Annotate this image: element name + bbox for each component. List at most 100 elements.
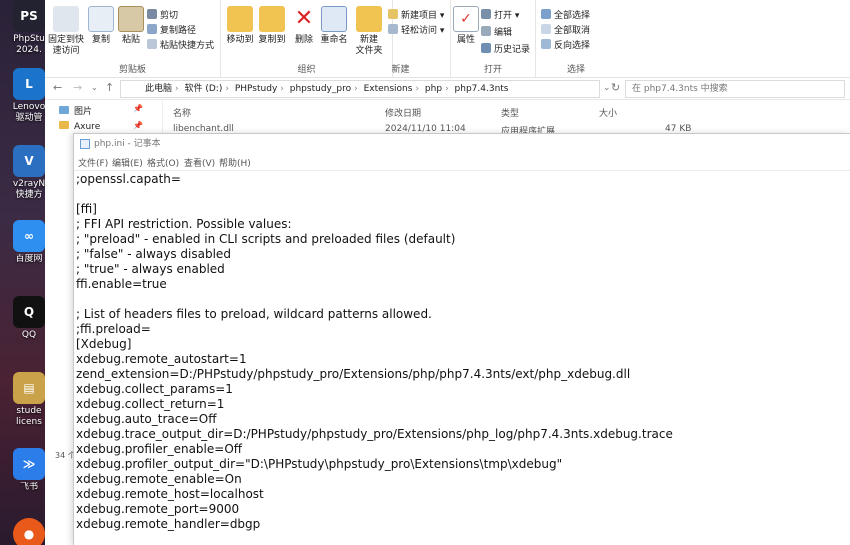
breadcrumb-item[interactable]: php7.4.3nts [455,81,509,97]
ribbon-group-select: 全部选择 全部取消 反向选择 选择 [536,0,616,78]
text-line: ; "true" - always enabled [76,262,225,276]
column-header-type[interactable]: 类型 [501,106,519,119]
search-input[interactable]: 在 php7.4.3nts 中搜索 [625,80,845,98]
new-folder-icon [356,6,382,32]
text-editor-area[interactable]: ;openssl.capath= [ffi] ; FFI API restric… [74,170,850,545]
back-arrow-icon[interactable]: ← [53,81,62,94]
address-dropdown-icon[interactable]: ⌄ [603,83,611,93]
recent-dropdown-icon[interactable]: ⌄ [91,83,98,92]
nav-item-label: Axure [74,122,101,132]
delete-x-icon: ✕ [291,6,317,32]
open-button[interactable]: 打开 ▾ [481,9,519,23]
nav-item-label: 图片 [74,107,93,117]
new-folder-button[interactable]: 新建 文件夹 [353,6,385,57]
breadcrumb-item[interactable]: 此电脑 [145,81,172,97]
paste-icon [118,6,144,32]
menu-edit[interactable]: 编辑(E) [112,156,143,169]
easy-access-button[interactable]: 轻松访问 ▾ [388,24,444,38]
notepad-icon [80,139,90,149]
window-title-bar[interactable]: php.ini - 记事本 [74,134,850,154]
forward-arrow-icon[interactable]: → [73,81,82,94]
breadcrumb-item[interactable]: Extensions [364,81,413,97]
text-line: ; "false" - always disabled [76,247,231,261]
folder-copy-icon [259,6,285,32]
menu-help[interactable]: 帮助(H) [219,156,251,169]
text-line: xdebug.remote_handler=dbgp [76,517,261,531]
select-all-icon [541,9,551,19]
pin-icon[interactable]: 📌 [133,121,143,130]
ribbon-group-new: 新建 文件夹 新建项目 ▾ 轻松访问 ▾ 新建 [351,0,451,78]
pictures-folder-icon [59,106,69,114]
text-line: [Xdebug] [76,337,132,351]
text-line: ;ffi.preload= [76,322,151,336]
invert-selection-icon [541,39,551,49]
cut-button[interactable]: 剪切 [147,9,178,23]
up-arrow-icon[interactable]: ↑ [105,81,114,94]
select-all-button[interactable]: 全部选择 [541,9,590,23]
text-line: xdebug.collect_params=1 [76,382,233,396]
properties-button[interactable]: ✓ 属性 [453,6,479,46]
folder-move-icon [227,6,253,32]
move-to-label: 移动到 [226,35,254,45]
copy-to-label: 复制到 [258,35,286,45]
copy-button[interactable]: 复制 [87,6,115,46]
properties-check-icon: ✓ [453,6,479,32]
breadcrumb-item[interactable]: 软件 (D:) [185,81,223,97]
copy-path-label: 复制路径 [160,26,197,36]
text-line: xdebug.remote_host=localhost [76,487,264,501]
new-item-button[interactable]: 新建项目 ▾ [388,9,444,23]
baidu-netdisk-icon: ∞ [13,220,45,252]
menu-file[interactable]: 文件(F) [78,156,108,169]
copy-to-button[interactable]: 复制到 [257,6,287,46]
paste-button[interactable]: 粘贴 [117,6,145,46]
move-to-button[interactable]: 移动到 [225,6,255,46]
phpstudy-icon: PS [13,0,45,32]
copy-path-button[interactable]: 复制路径 [147,24,196,38]
address-bar-row: ← → ⌄ ↑ 此电脑 › 软件 (D:) › PHPstudy › phpstudy… [45,78,850,100]
nav-item-axure[interactable]: Axure [59,121,100,132]
qq-icon: Q [13,296,45,328]
breadcrumb[interactable]: 此电脑 › 软件 (D:) › PHPstudy › phpstudy_pro › Ex… [120,80,600,98]
easy-access-icon [388,24,398,34]
ribbon-group-open: ✓ 属性 打开 ▾ 编辑 历史记录 打开 [451,0,536,78]
scissors-icon [147,9,157,19]
properties-label: 属性 [456,35,475,45]
text-line: xdebug.remote_port=9000 [76,502,240,516]
breadcrumb-separator-icon: › [175,84,179,94]
document-icon: ▤ [13,372,45,404]
menu-format[interactable]: 格式(O) [147,156,179,169]
text-line: xdebug.auto_trace=Off [76,412,217,426]
pin-quick-access-button[interactable]: 固定到快 速访问 [47,6,85,57]
paste-shortcut-button[interactable]: 粘贴快捷方式 [147,39,214,53]
text-line: xdebug.remote_enable=On [76,472,242,486]
open-icon [481,9,491,19]
text-line: xdebug.remote_autostart=1 [76,352,247,366]
column-header-modified[interactable]: 修改日期 [385,106,421,119]
menu-bar: 文件(F) 编辑(E) 格式(O) 查看(V) 帮助(H) [74,154,850,170]
column-header-name[interactable]: 名称 [173,106,191,119]
column-header-size[interactable]: 大小 [599,106,617,119]
copy-label: 复制 [91,35,110,45]
edit-button[interactable]: 编辑 [481,26,512,40]
invert-selection-button[interactable]: 反向选择 [541,39,590,53]
copy-icon [88,6,114,32]
text-line: ;openssl.capath= [76,172,181,186]
select-none-button[interactable]: 全部取消 [541,24,590,38]
nav-item-pictures[interactable]: 图片 [59,104,92,117]
menu-view[interactable]: 查看(V) [184,156,215,169]
breadcrumb-item[interactable]: phpstudy_pro [290,81,351,97]
refresh-icon[interactable]: ↻ [611,81,620,94]
new-group-label: 新建 [391,65,410,75]
notepad-window: php.ini - 记事本 文件(F) 编辑(E) 格式(O) 查看(V) 帮助… [73,133,850,545]
breadcrumb-item[interactable]: PHPstudy [235,81,277,97]
rename-button[interactable]: 重命名 [319,6,349,46]
open-label: 打开 ▾ [494,11,520,21]
breadcrumb-item[interactable]: php [425,81,442,97]
cut-label: 剪切 [160,11,179,21]
delete-label: 删除 [294,35,313,45]
pin-icon[interactable]: 📌 [133,104,143,113]
history-button[interactable]: 历史记录 [481,43,530,57]
delete-button[interactable]: ✕ 删除 [291,6,317,46]
text-line: xdebug.trace_output_dir=D:/PHPstudy/phps… [76,427,673,441]
breadcrumb-separator-icon: › [354,84,358,94]
